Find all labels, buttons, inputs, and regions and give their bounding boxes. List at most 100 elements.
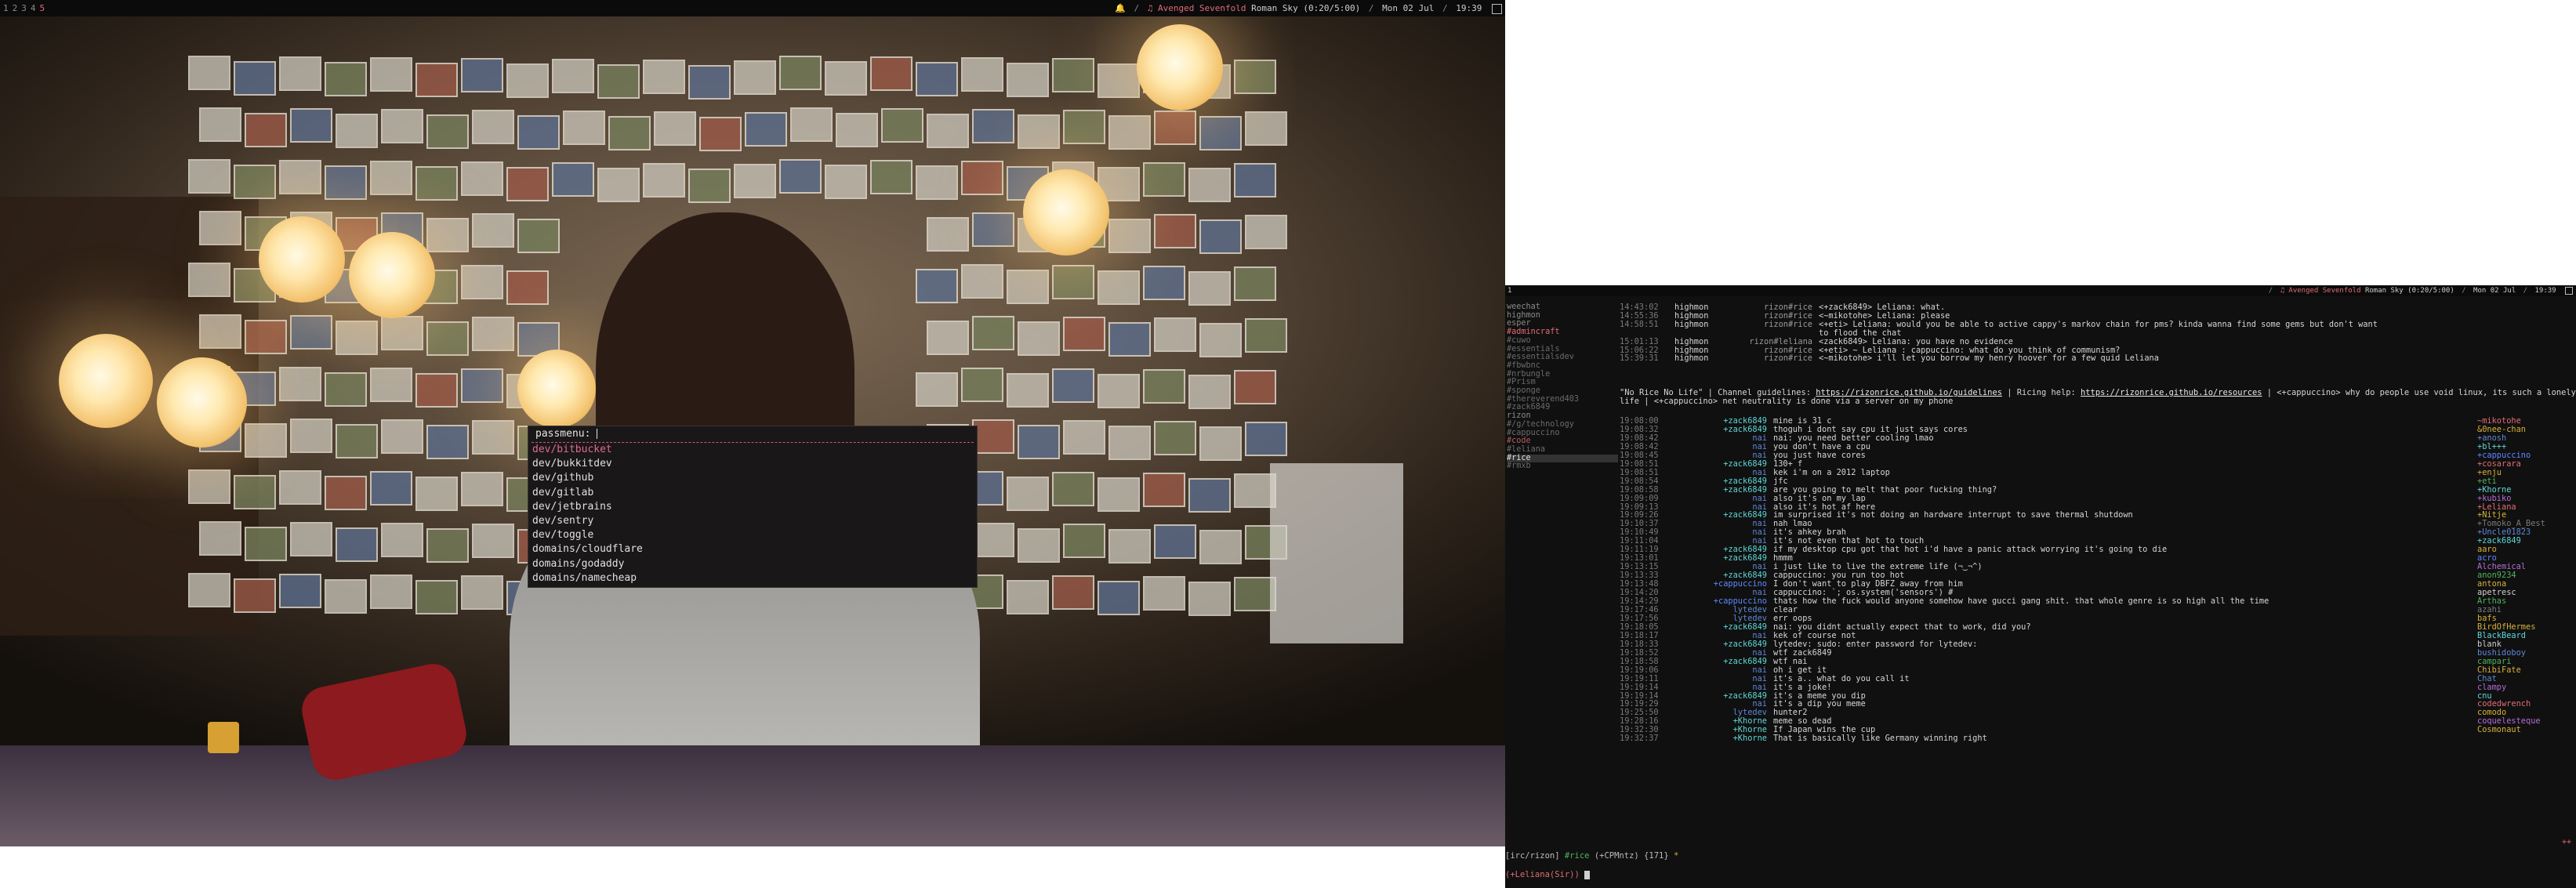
wallpaper-photo: [472, 110, 514, 144]
workspace-5[interactable]: 5: [40, 3, 45, 13]
workspace-3[interactable]: 3: [21, 3, 27, 13]
wallpaper-photo: [734, 164, 776, 198]
wallpaper-photo: [381, 419, 423, 454]
wallpaper-photo: [1052, 472, 1094, 506]
nick[interactable]: +Khorne: [1673, 734, 1773, 743]
passmenu-launcher[interactable]: passmenu: dev/bitbucket dev/bukkitdev dev/…: [528, 426, 978, 588]
track-time: (0:20/5:00): [1303, 3, 1361, 13]
wallpaper-photo: [325, 62, 367, 96]
status-channel: #rice: [1564, 851, 1590, 861]
workspace-2[interactable]: 2: [13, 3, 18, 13]
wallpaper-photo: [1018, 425, 1060, 459]
wallpaper-bed: [0, 745, 1505, 846]
wallpaper-cup: [208, 722, 239, 753]
nick[interactable]: nai: [1673, 674, 1773, 683]
left-status-bar: 12345 🔔 / ♫ Avenged Sevenfold Roman Sky …: [0, 0, 1505, 16]
buffer-item[interactable]: #cuwo: [1507, 336, 1618, 346]
wallpaper-photo: [517, 115, 560, 150]
message-text: also it's on my lap: [1773, 493, 1866, 503]
wallpaper-photo: [234, 61, 276, 96]
nick-list-item[interactable]: clampy: [2477, 683, 2574, 692]
wallpaper-photo: [1199, 530, 1242, 564]
passmenu-item[interactable]: dev/jetbrains: [528, 500, 977, 514]
workspace-1[interactable]: 1: [3, 3, 9, 13]
weechat-input[interactable]: (+Leliana(Sir)): [1505, 869, 2576, 880]
timestamp: 19:09:09: [1620, 493, 1659, 503]
message-text: to flood the chat: [1819, 328, 1902, 338]
passmenu-item[interactable]: domains/namecheap: [528, 571, 977, 585]
wallpaper-photo: [1098, 270, 1140, 305]
nick-list-item[interactable]: Chat: [2477, 674, 2574, 683]
timestamp: 15:01:13: [1620, 336, 1659, 346]
nick[interactable]: nai: [1673, 494, 1773, 503]
chat-line: 19:19:11 nai it's a.. what do you call it: [1620, 673, 2411, 683]
channel-topic: "No Rice No Life" | Channel guidelines: …: [1620, 389, 2576, 406]
wallpaper-photo: [415, 477, 458, 511]
wallpaper-photo: [415, 580, 458, 614]
nick-list-item[interactable]: ChibiFate: [2477, 665, 2574, 675]
nick-list-item[interactable]: +kubiko: [2477, 494, 2574, 503]
wallpaper-photo: [1199, 323, 1242, 357]
wallpaper-photo: [472, 524, 514, 558]
buffer-item[interactable]: #/g/technology: [1507, 420, 1618, 430]
passmenu-prompt[interactable]: passmenu:: [532, 426, 974, 443]
nick[interactable]: nai: [1673, 683, 1773, 692]
wallpaper-photo: [1234, 266, 1276, 301]
highmon-pane: 14:43:02 highmon rizon#rice <+zack6849> Lel…: [1620, 303, 2576, 380]
passmenu-item[interactable]: domains/cloudflare: [528, 542, 977, 556]
workspace-4[interactable]: 4: [31, 3, 36, 13]
passmenu-item[interactable]: dev/gitlab: [528, 486, 977, 500]
bar-status-right: / ♫ Avenged Sevenfold Roman Sky (0:20/5:…: [2266, 285, 2573, 296]
channel-name: [1742, 329, 1819, 338]
wallpaper-photo: [1199, 426, 1242, 461]
nick-list-item[interactable]: Cosmonaut: [2477, 726, 2574, 734]
wallpaper-photo: [472, 317, 514, 351]
timestamp: 19:08:54: [1620, 476, 1659, 486]
highmon-row: 14:43:02 highmon rizon#rice <+zack6849> Lel…: [1620, 303, 2576, 312]
wallpaper-photo: [972, 316, 1014, 350]
message-text: it's a joke!: [1773, 682, 1832, 692]
wallpaper-photo: [506, 63, 549, 98]
left-monitor: 12345 🔔 / ♫ Avenged Sevenfold Roman Sky …: [0, 0, 1505, 846]
wallpaper-photo: [1154, 214, 1196, 248]
wallpaper-photo: [654, 111, 696, 146]
nick[interactable]: +zack6849: [1673, 657, 1773, 666]
message-text: thats how the fuck would anyone somehow …: [1773, 596, 2269, 607]
wallpaper-photo: [1052, 368, 1094, 403]
wallpaper-photo: [1052, 265, 1094, 299]
passmenu-item-list: dev/bitbucket dev/bukkitdev dev/github dev/…: [528, 443, 977, 585]
buffer-item[interactable]: #rmxb: [1507, 462, 1618, 471]
passmenu-item[interactable]: domains/godaddy: [528, 557, 977, 571]
nick[interactable]: +zack6849: [1673, 477, 1773, 486]
resources-link[interactable]: https://rizonrice.github.io/resources: [2081, 389, 2262, 397]
nick[interactable]: nai: [1673, 665, 1773, 675]
workspace-1[interactable]: 1: [1508, 287, 1511, 295]
nick-list-item[interactable]: +Khorne: [2477, 485, 2574, 495]
timestamp: 19:32:37: [1620, 734, 1659, 744]
passmenu-item[interactable]: dev/toggle: [528, 528, 977, 542]
wallpaper-photo: [972, 212, 1014, 247]
wallpaper-photo: [461, 161, 503, 196]
nick-list-item[interactable]: campari: [2477, 657, 2574, 666]
wallpaper-photo: [426, 218, 469, 252]
wallpaper-photo: [927, 321, 969, 355]
wallpaper-photo: [461, 58, 503, 92]
chat-line: 19:19:06 nai oh i get it: [1620, 665, 2411, 675]
wallpaper-photo: [325, 372, 367, 407]
message-text: if my desktop cpu got that hot i'd have …: [1773, 545, 2168, 555]
wallpaper-photo: [472, 420, 514, 455]
passmenu-item[interactable]: dev/bitbucket: [528, 443, 977, 457]
wallpaper-photo: [563, 111, 605, 145]
passmenu-item[interactable]: dev/bukkitdev: [528, 457, 977, 471]
message-text: it's a.. what do you call it: [1773, 673, 1910, 683]
wallpaper-photo: [234, 578, 276, 613]
wallpaper-photo: [1007, 270, 1049, 304]
tray-icon[interactable]: [2565, 286, 2573, 295]
nick-list-item[interactable]: +eti: [2477, 477, 2574, 486]
tray-icon[interactable]: [1492, 3, 1502, 14]
passmenu-item[interactable]: dev/github: [528, 471, 977, 485]
message-text: im surprised it's not doing an hardware …: [1773, 510, 2133, 520]
passmenu-item[interactable]: dev/sentry: [528, 514, 977, 528]
nick[interactable]: +zack6849: [1673, 485, 1773, 495]
wallpaper-photo: [245, 320, 287, 354]
